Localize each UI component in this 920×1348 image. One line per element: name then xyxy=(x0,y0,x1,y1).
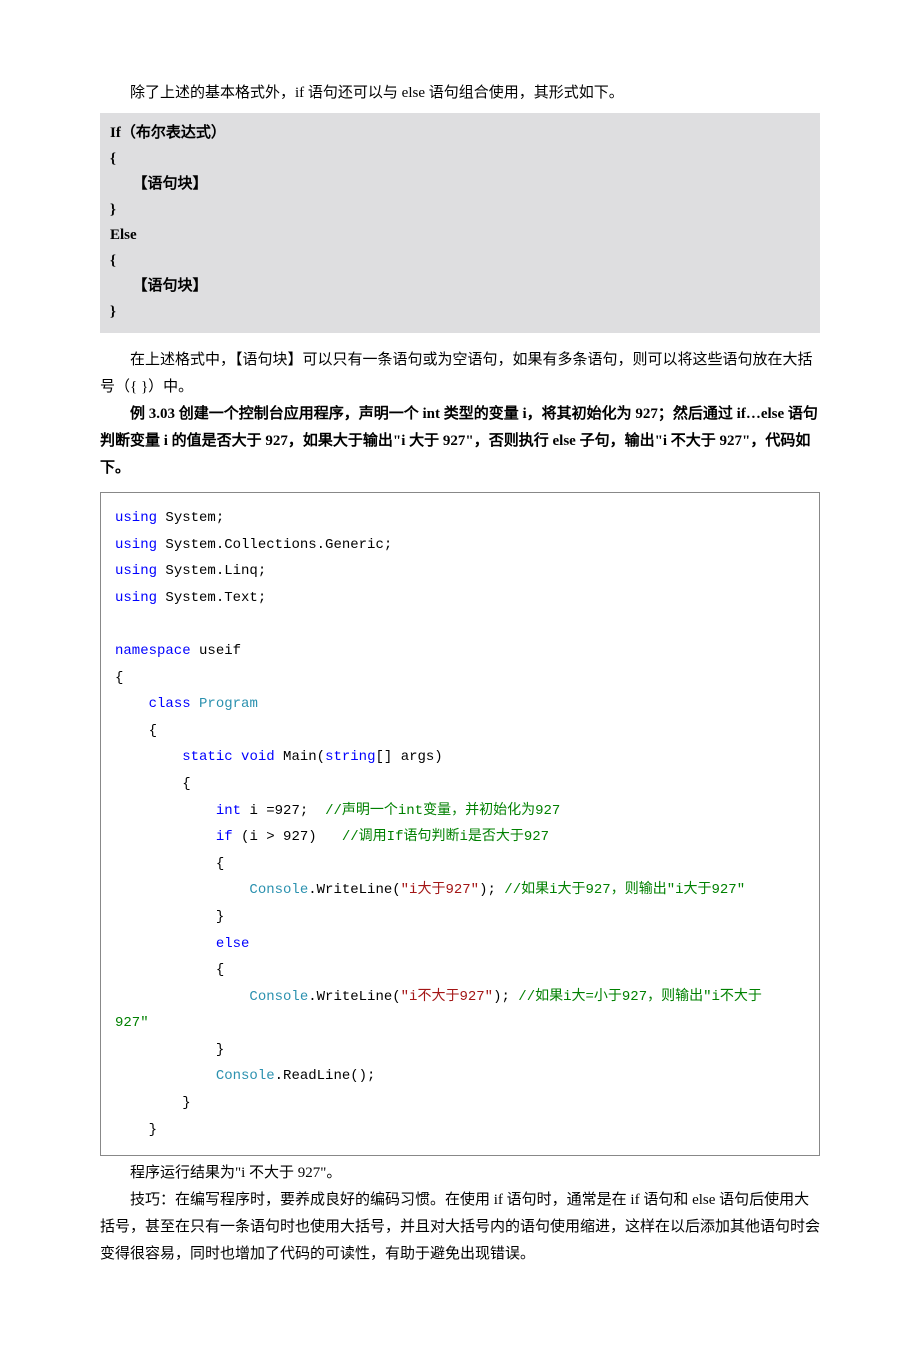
code-line: if (i > 927) //调用If语句判断i是否大于927 xyxy=(115,824,805,851)
syntax-line: 【语句块】 xyxy=(110,172,810,198)
code-line: int i =927; //声明一个int变量，并初始化为927 xyxy=(115,798,805,825)
syntax-line: { xyxy=(110,249,810,275)
code-line: { xyxy=(115,718,805,745)
code-line: Console.ReadLine(); xyxy=(115,1063,805,1090)
code-line: } xyxy=(115,904,805,931)
code-line: else xyxy=(115,931,805,958)
intro-paragraph: 除了上述的基本格式外，if 语句还可以与 else 语句组合使用，其形式如下。 xyxy=(100,80,820,107)
code-line xyxy=(115,611,805,638)
syntax-line: Else xyxy=(110,223,810,249)
code-line: using System; xyxy=(115,505,805,532)
code-line: { xyxy=(115,851,805,878)
code-line: { xyxy=(115,957,805,984)
syntax-line: If（布尔表达式） xyxy=(110,121,810,147)
result-paragraph: 程序运行结果为"i 不大于 927"。 xyxy=(100,1160,820,1187)
code-line: Console.WriteLine("i大于927"); //如果i大于927，… xyxy=(115,877,805,904)
code-line: static void Main(string[] args) xyxy=(115,744,805,771)
code-line: using System.Text; xyxy=(115,585,805,612)
code-line: 927" xyxy=(115,1010,805,1037)
code-line: namespace useif xyxy=(115,638,805,665)
code-line: using System.Linq; xyxy=(115,558,805,585)
syntax-line: { xyxy=(110,147,810,173)
tip-paragraph: 技巧：在编写程序时，要养成良好的编码习惯。在使用 if 语句时，通常是在 if … xyxy=(100,1187,820,1268)
explain-paragraph: 在上述格式中，【语句块】可以只有一条语句或为空语句，如果有多条语句，则可以将这些… xyxy=(100,347,820,401)
syntax-line: } xyxy=(110,300,810,326)
code-line: } xyxy=(115,1037,805,1064)
code-line: { xyxy=(115,665,805,692)
code-line: class Program xyxy=(115,691,805,718)
code-line: } xyxy=(115,1117,805,1144)
syntax-line: } xyxy=(110,198,810,224)
code-line: using System.Collections.Generic; xyxy=(115,532,805,559)
example-heading: 例 3.03 创建一个控制台应用程序，声明一个 int 类型的变量 i，将其初始… xyxy=(100,401,820,482)
code-line: Console.WriteLine("i不大于927"); //如果i大=小于9… xyxy=(115,984,805,1011)
code-line: } xyxy=(115,1090,805,1117)
syntax-line: 【语句块】 xyxy=(110,274,810,300)
syntax-box: If（布尔表达式） { 【语句块】 } Else { 【语句块】 } xyxy=(100,113,820,333)
code-box: using System; using System.Collections.G… xyxy=(100,492,820,1156)
code-line: { xyxy=(115,771,805,798)
